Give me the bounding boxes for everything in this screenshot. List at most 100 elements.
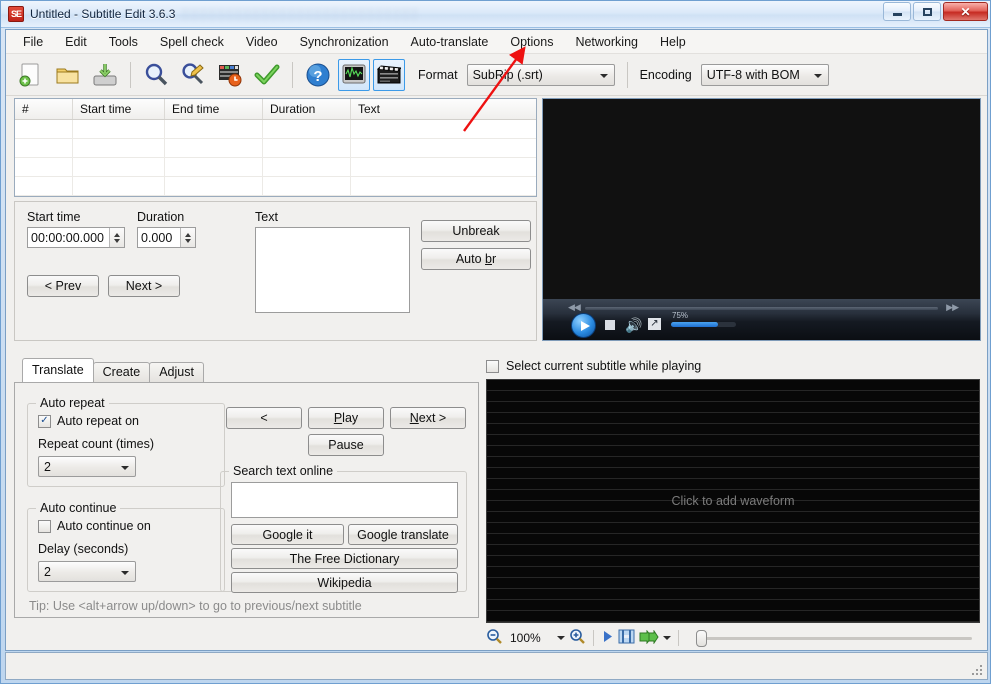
waveform-toolbar: 100%	[486, 626, 980, 650]
search-text-input[interactable]	[231, 482, 458, 518]
start-time-input[interactable]: 00:00:00.000	[27, 227, 125, 248]
delay-seconds-combo[interactable]: 2	[38, 561, 136, 582]
menu-networking[interactable]: Networking	[564, 32, 649, 52]
menu-spell-check[interactable]: Spell check	[149, 32, 235, 52]
select-subtitle-while-playing-checkbox[interactable]	[486, 359, 499, 373]
volume-percent-label: 75%	[672, 311, 689, 320]
format-combo[interactable]: SubRip (.srt)	[466, 63, 615, 86]
visual-sync-button[interactable]	[213, 58, 247, 92]
google-it-button[interactable]: Google it	[231, 524, 344, 545]
zoom-out-button[interactable]	[486, 628, 503, 648]
find-button[interactable]	[139, 58, 173, 92]
auto-repeat-checkbox[interactable]: ✓	[38, 414, 51, 428]
video-screen[interactable]	[543, 99, 980, 299]
new-subtitle-button[interactable]	[14, 58, 48, 92]
video-seek-slider[interactable]	[585, 307, 938, 310]
svg-text:?: ?	[313, 68, 322, 85]
encoding-combo[interactable]: UTF-8 with BOM	[700, 63, 829, 86]
volume-slider[interactable]	[671, 322, 736, 327]
next-subtitle-button[interactable]: Next >	[108, 275, 180, 297]
select-subtitle-while-playing-row[interactable]: Select current subtitle while playing	[486, 359, 701, 373]
prev-subtitle-button[interactable]: < Prev	[27, 275, 99, 297]
column-header-end-time[interactable]: End time	[165, 99, 263, 119]
playback-pause-button[interactable]: Pause	[308, 434, 384, 456]
playback-next-button[interactable]: Next >	[390, 407, 466, 429]
format-combo-value: SubRip (.srt)	[472, 67, 543, 82]
repeat-count-combo[interactable]: 2	[38, 456, 136, 477]
volume-fill	[671, 322, 719, 327]
spell-check-button[interactable]	[250, 58, 284, 92]
playback-play-button[interactable]: Play	[308, 407, 384, 429]
maximize-button[interactable]	[913, 2, 941, 21]
minimize-button[interactable]	[883, 2, 911, 21]
menu-video[interactable]: Video	[235, 32, 289, 52]
subtitle-edit-icon: SE	[8, 6, 24, 22]
menu-edit[interactable]: Edit	[54, 32, 98, 52]
shot-changes-button[interactable]	[618, 629, 635, 647]
menu-help[interactable]: Help	[649, 32, 697, 52]
table-row[interactable]	[15, 139, 536, 158]
tip-text: Tip: Use <alt+arrow up/down> to go to pr…	[29, 599, 362, 613]
column-header-number[interactable]: #	[15, 99, 73, 119]
table-row[interactable]	[15, 158, 536, 177]
help-button[interactable]: ?	[301, 58, 335, 92]
waveform-display[interactable]: Click to add waveform	[486, 379, 980, 623]
duration-input[interactable]: 0.000	[137, 227, 196, 248]
new-subtitle-icon	[19, 63, 39, 86]
auto-continue-checkbox[interactable]	[38, 519, 51, 533]
volume-icon[interactable]: 🔊	[625, 317, 642, 334]
menu-synchronization[interactable]: Synchronization	[289, 32, 400, 52]
waveform-slider-thumb[interactable]	[696, 629, 707, 647]
free-dictionary-button[interactable]: The Free Dictionary	[231, 548, 458, 569]
table-row[interactable]	[15, 177, 536, 196]
video-toggle-button[interactable]	[373, 58, 405, 91]
waveform-toggle-button[interactable]	[338, 58, 370, 91]
start-time-stepper[interactable]	[109, 228, 124, 247]
auto-continue-checkbox-row[interactable]: Auto continue on	[38, 519, 151, 533]
table-row[interactable]	[15, 120, 536, 139]
auto-br-button[interactable]: Auto br	[421, 248, 531, 270]
save-subtitle-button[interactable]	[88, 58, 122, 92]
video-play-button[interactable]	[571, 313, 596, 338]
tab-create[interactable]: Create	[92, 362, 151, 382]
subtitle-editor-pane: Start time 00:00:00.000 Duration 0.000 <…	[14, 201, 537, 341]
menu-file[interactable]: File	[12, 32, 54, 52]
fullscreen-icon[interactable]: ↗	[648, 318, 661, 330]
subtitle-text-input[interactable]	[255, 227, 410, 313]
tab-translate[interactable]: Translate	[22, 358, 94, 382]
seek-silence-button[interactable]	[639, 628, 659, 647]
playback-prev-button[interactable]: <	[226, 407, 302, 429]
waveform-position-slider[interactable]	[696, 629, 972, 647]
minimize-icon	[892, 13, 902, 16]
zoom-in-button[interactable]	[569, 628, 586, 648]
open-subtitle-button[interactable]	[51, 58, 85, 92]
google-translate-button[interactable]: Google translate	[348, 524, 458, 545]
unbreak-button[interactable]: Unbreak	[421, 220, 531, 242]
video-player[interactable]: ◀◀ ▶▶ 🔊 ↗ 75%	[542, 98, 981, 341]
wikipedia-button[interactable]: Wikipedia	[231, 572, 458, 593]
play-icon	[580, 320, 590, 331]
column-header-start-time[interactable]: Start time	[73, 99, 165, 119]
repeat-count-value: 2	[44, 459, 51, 474]
waveform-play-button[interactable]	[601, 629, 614, 647]
video-stop-button[interactable]	[605, 320, 615, 330]
fastforward-icon[interactable]: ▶▶	[946, 302, 959, 313]
resize-grip[interactable]	[972, 665, 984, 677]
tab-adjust[interactable]: Adjust	[149, 362, 204, 382]
close-button[interactable]: ✕	[943, 2, 988, 21]
subtitle-list-header: # Start time End time Duration Text	[15, 99, 536, 120]
replace-button[interactable]	[176, 58, 210, 92]
menu-options[interactable]: Options	[499, 32, 564, 52]
column-header-duration[interactable]: Duration	[263, 99, 351, 119]
menu-tools[interactable]: Tools	[98, 32, 149, 52]
rewind-icon[interactable]: ◀◀	[568, 302, 581, 313]
auto-repeat-checkbox-row[interactable]: ✓ Auto repeat on	[38, 414, 139, 428]
zoom-level-value[interactable]: 100%	[507, 629, 553, 647]
duration-value: 0.000	[141, 230, 173, 245]
subtitle-list[interactable]: # Start time End time Duration Text	[14, 98, 537, 197]
menu-auto-translate[interactable]: Auto-translate	[400, 32, 500, 52]
chevron-down-icon[interactable]	[663, 636, 671, 640]
column-header-text[interactable]: Text	[351, 99, 536, 119]
duration-stepper[interactable]	[180, 228, 195, 247]
chevron-down-icon[interactable]	[557, 636, 565, 640]
